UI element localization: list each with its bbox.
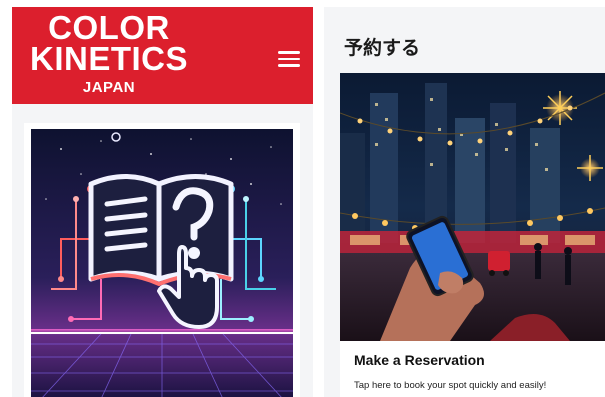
card-description: Tap here to book your spot quickly and e… (354, 380, 547, 391)
left-phone-screen: COLOR KINETICS JAPAN (12, 7, 313, 397)
faq-card[interactable] (24, 123, 300, 397)
logo-line-kinetics: KINETICS (29, 40, 188, 77)
logo-line-japan: JAPAN (82, 79, 136, 96)
logo-line-color: COLOR (48, 9, 170, 46)
reservation-card[interactable]: Make a Reservation Tap here to book your… (340, 73, 605, 397)
menu-bar (278, 57, 300, 60)
color-kinetics-logo[interactable]: COLOR KINETICS JAPAN (24, 9, 194, 97)
right-phone-screen: 予約する Make a Reservation Tap here to book… (324, 7, 605, 397)
faq-illustration (31, 129, 293, 397)
reservation-photo (340, 73, 605, 341)
menu-bar (278, 64, 300, 67)
night-city-phone-illustration (340, 73, 605, 341)
hamburger-menu-icon[interactable] (276, 47, 302, 69)
book-question-illustration (31, 129, 293, 397)
card-title: Make a Reservation (354, 352, 485, 368)
menu-bar (278, 51, 300, 54)
site-header: COLOR KINETICS JAPAN (12, 7, 313, 104)
section-title-reservation: 予約する (344, 38, 421, 59)
